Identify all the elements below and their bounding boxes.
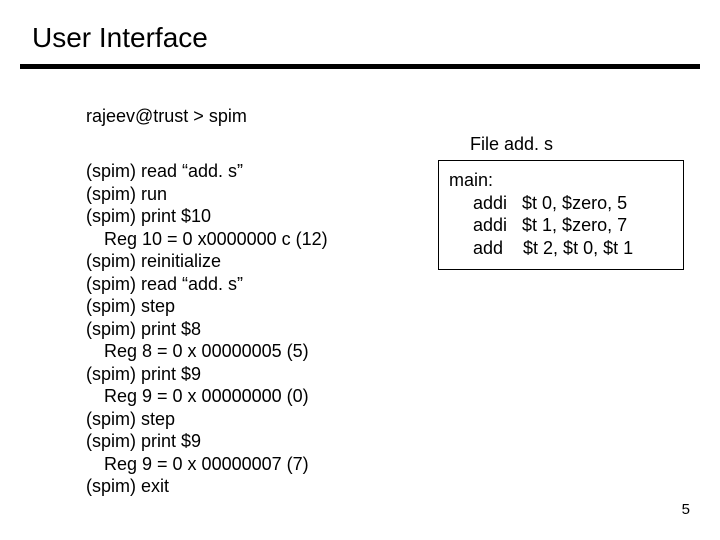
transcript-line: (spim) read “add. s” (86, 160, 328, 183)
slide-title: User Interface (32, 22, 208, 54)
transcript-line: (spim) step (86, 295, 328, 318)
transcript-line: (spim) print $10 (86, 205, 328, 228)
transcript-line: Reg 10 = 0 x0000000 c (12) (86, 228, 328, 251)
file-caption: File add. s (470, 134, 553, 155)
shell-prompt: rajeev@trust > spim (86, 106, 247, 127)
transcript-line: (spim) print $9 (86, 430, 328, 453)
transcript-line: (spim) exit (86, 475, 328, 498)
transcript-line: (spim) read “add. s” (86, 273, 328, 296)
asm-label: main: (449, 169, 673, 192)
transcript-line: (spim) print $9 (86, 363, 328, 386)
transcript-line: (spim) step (86, 408, 328, 431)
title-underline (20, 64, 700, 69)
source-file-box: main: addi $t 0, $zero, 5 addi $t 1, $ze… (438, 160, 684, 270)
asm-line: addi $t 0, $zero, 5 (449, 192, 673, 215)
page-number: 5 (682, 501, 690, 518)
transcript-line: Reg 8 = 0 x 00000005 (5) (86, 340, 328, 363)
transcript-line: Reg 9 = 0 x 00000000 (0) (86, 385, 328, 408)
asm-line: add $t 2, $t 0, $t 1 (449, 237, 673, 260)
spim-transcript: (spim) read “add. s” (spim) run (spim) p… (86, 160, 328, 498)
transcript-line: (spim) print $8 (86, 318, 328, 341)
transcript-line: (spim) reinitialize (86, 250, 328, 273)
transcript-line: (spim) run (86, 183, 328, 206)
asm-line: addi $t 1, $zero, 7 (449, 214, 673, 237)
transcript-line: Reg 9 = 0 x 00000007 (7) (86, 453, 328, 476)
